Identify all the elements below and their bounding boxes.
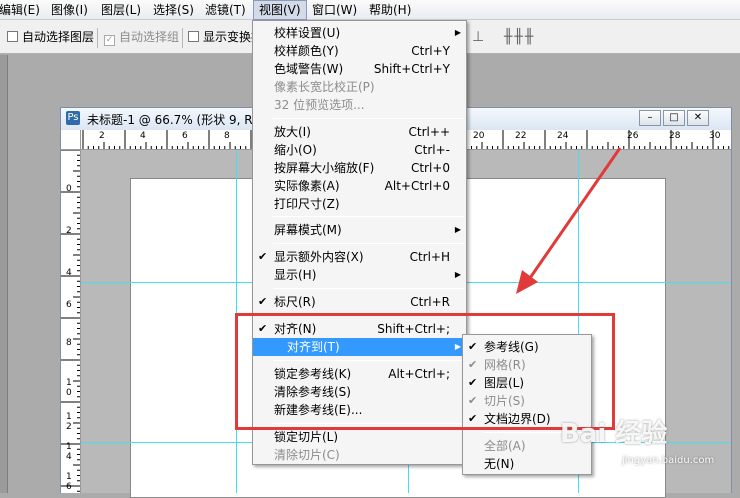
watermark-logo: Bai 经验	[560, 419, 668, 449]
watermark-url: jingyan.baidu.com	[622, 455, 715, 466]
baidu-watermark: Bai 经验 jingyan.baidu.com	[560, 405, 740, 485]
